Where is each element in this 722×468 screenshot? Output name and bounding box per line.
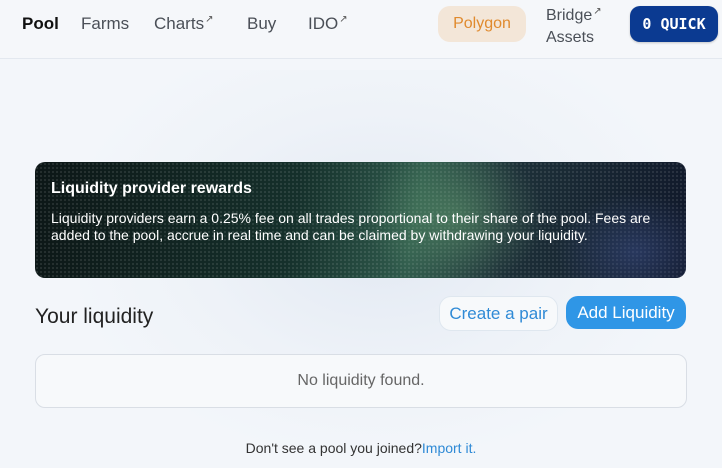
- network-selector-button[interactable]: Polygon: [438, 6, 526, 42]
- external-link-icon: ↗: [593, 6, 602, 17]
- empty-message: No liquidity found.: [297, 372, 425, 389]
- rewards-banner: Liquidity provider rewards Liquidity pro…: [35, 162, 686, 278]
- banner-title: Liquidity provider rewards: [51, 180, 252, 197]
- nav-ido[interactable]: IDO↗: [308, 14, 348, 34]
- quick-balance-value: 0: [642, 15, 652, 33]
- liquidity-list-empty: No liquidity found.: [35, 354, 687, 408]
- nav-charts[interactable]: Charts↗: [154, 14, 213, 34]
- nav-charts-label: Charts: [154, 14, 205, 33]
- bridge-label: Bridge: [546, 7, 593, 24]
- import-pool-prompt: Don't see a pool you joined?Import it.: [0, 440, 722, 456]
- bridge-assets-link[interactable]: Bridge↗ Assets: [546, 6, 602, 48]
- quick-symbol: QUICK: [660, 15, 706, 33]
- top-header: Pool Farms Charts↗ Buy IDO↗ Polygon Brid…: [0, 0, 722, 59]
- assets-label: Assets: [546, 29, 595, 46]
- import-pool-link[interactable]: Import it.: [422, 440, 476, 456]
- create-pair-button[interactable]: Create a pair: [439, 296, 558, 331]
- import-prompt-text: Don't see a pool you joined?: [245, 440, 422, 456]
- nav-buy[interactable]: Buy: [247, 14, 276, 34]
- banner-description: Liquidity providers earn a 0.25% fee on …: [51, 210, 651, 243]
- your-liquidity-heading: Your liquidity: [35, 305, 154, 328]
- nav-pool[interactable]: Pool: [22, 14, 59, 34]
- external-link-icon: ↗: [205, 14, 214, 25]
- quick-balance-button[interactable]: 0 QUICK: [630, 6, 718, 42]
- add-liquidity-button[interactable]: Add Liquidity: [566, 296, 686, 329]
- external-link-icon: ↗: [339, 14, 348, 25]
- nav-ido-label: IDO: [308, 14, 339, 33]
- nav-farms[interactable]: Farms: [81, 14, 129, 34]
